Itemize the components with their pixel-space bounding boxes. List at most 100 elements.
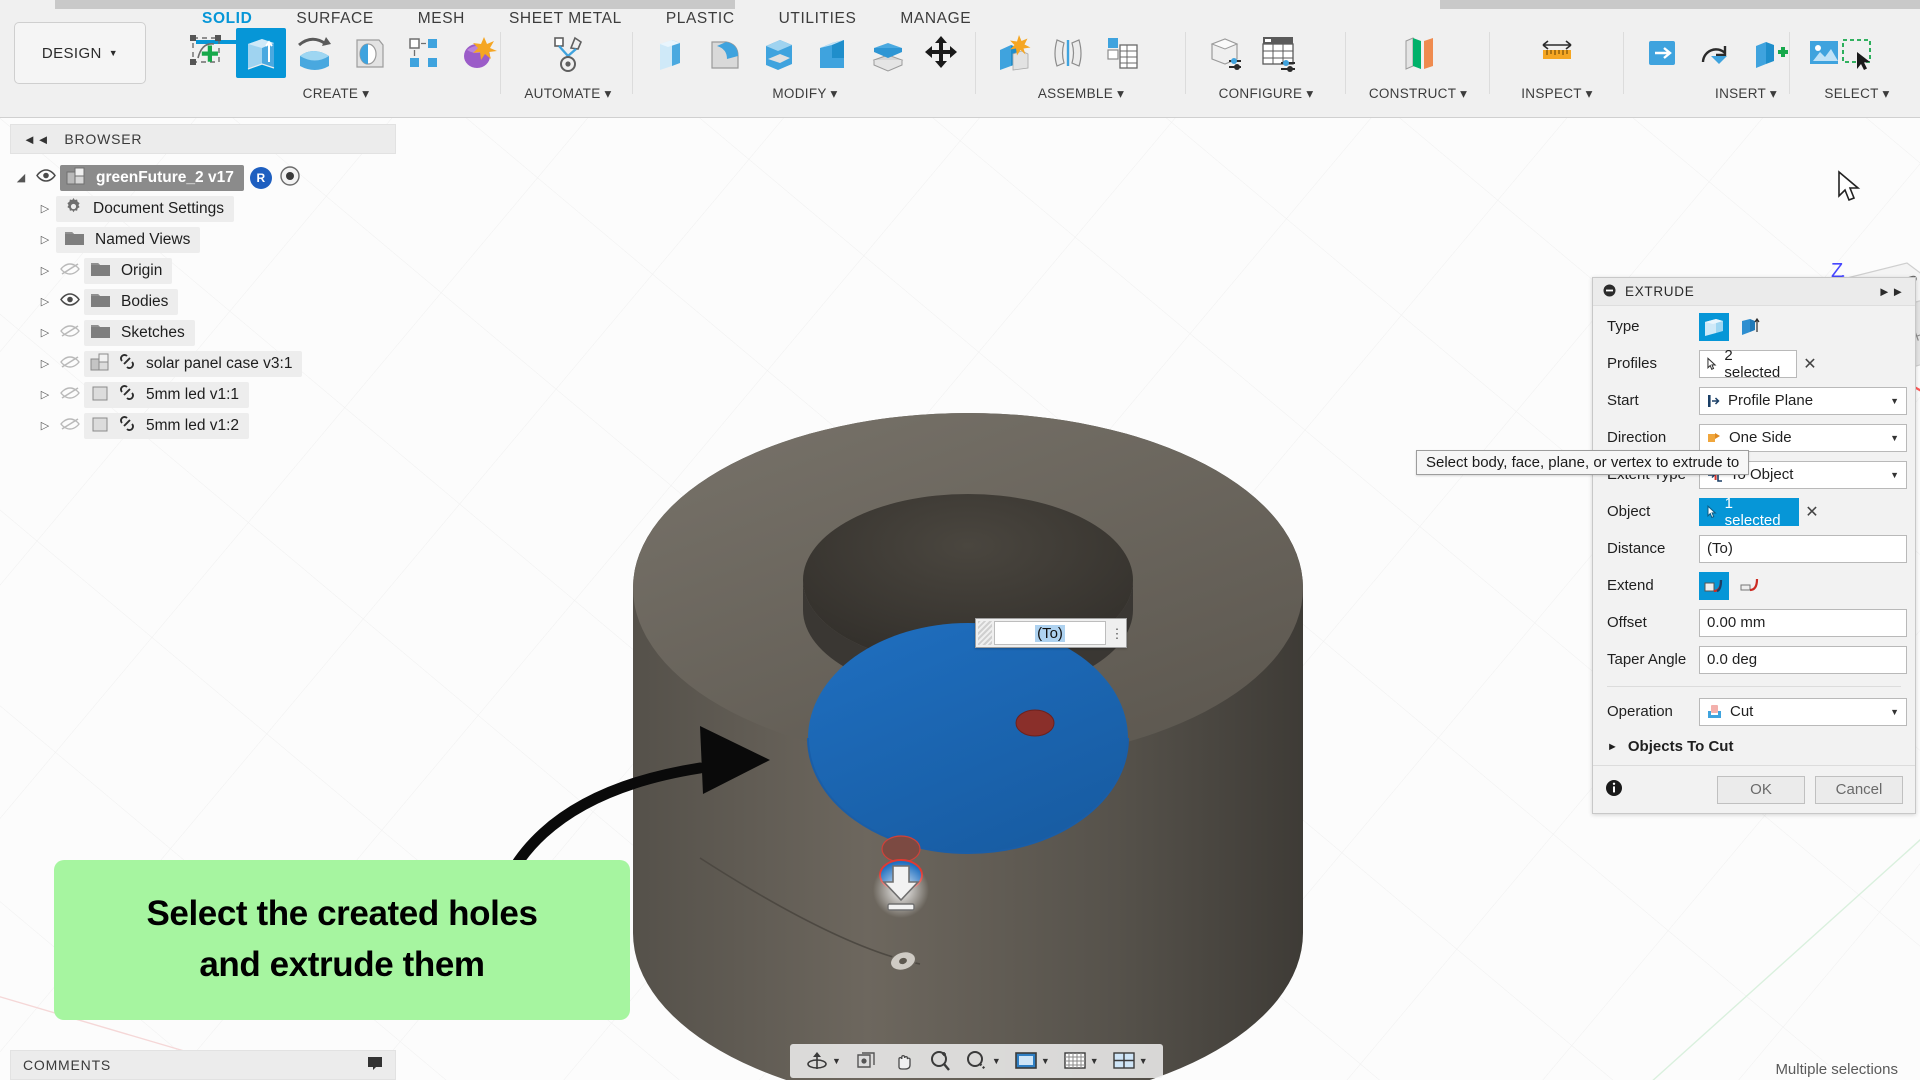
chevron-down-icon[interactable]: ▼ — [1041, 1056, 1050, 1066]
tree-item-origin[interactable]: ▷ Origin — [10, 255, 396, 286]
extrude-thin-icon[interactable] — [1735, 313, 1765, 341]
twisty-expanded-icon[interactable]: ◢ — [10, 171, 32, 184]
twisty-collapsed-icon[interactable]: ▷ — [34, 264, 56, 277]
construction-plane-icon[interactable] — [1393, 28, 1443, 78]
ok-button[interactable]: OK — [1717, 775, 1805, 804]
visibility-eye-off-icon[interactable] — [56, 417, 84, 435]
visibility-eye-off-icon[interactable] — [56, 386, 84, 404]
workspace-switcher-button[interactable]: DESIGN ▼ — [14, 22, 146, 84]
zoom-icon[interactable] — [923, 1049, 957, 1073]
extend-adjacent-icon[interactable] — [1699, 571, 1729, 600]
twisty-collapsed-icon[interactable]: ▷ — [34, 419, 56, 432]
extrude-direction-dropdown[interactable]: One Side ▼ — [1699, 423, 1907, 452]
chevron-down-icon[interactable]: ▼ — [1090, 1056, 1099, 1066]
tree-item-root[interactable]: ◢ greenFuture_2 v17 R — [10, 162, 396, 193]
press-pull-icon[interactable] — [646, 28, 696, 78]
tree-item-5mm-led-1[interactable]: ▷ 5mm led v1:1 — [10, 379, 396, 410]
tree-item-solar-panel-case[interactable]: ▷ solar panel case v3:1 — [10, 348, 396, 379]
extrude-profiles-clear-button[interactable]: ✕ — [1797, 354, 1823, 374]
fit-icon[interactable]: ▼ — [960, 1049, 1006, 1073]
collapse-left-icon[interactable]: ◄◄ — [23, 132, 50, 147]
extrude-distance-manipulator[interactable]: (To) ⋮ — [975, 618, 1127, 648]
select-window-icon[interactable] — [1832, 28, 1882, 78]
viewports-icon[interactable]: ▼ — [1107, 1050, 1153, 1072]
tree-item-5mm-led-2[interactable]: ▷ 5mm led v1:2 — [10, 410, 396, 441]
configuration-table-icon[interactable] — [1253, 28, 1303, 78]
twisty-collapsed-icon[interactable]: ▷ — [34, 357, 56, 370]
objects-to-cut-section[interactable]: ► Objects To Cut — [1593, 728, 1915, 755]
panel-automate-label[interactable]: AUTOMATE ▾ — [508, 86, 628, 102]
info-icon[interactable] — [1605, 779, 1623, 801]
extrude-icon[interactable] — [236, 28, 286, 78]
sweep-icon[interactable] — [344, 28, 394, 78]
minus-circle-icon[interactable] — [1603, 284, 1616, 300]
extrude-profiles-select[interactable]: 2 selected — [1699, 347, 1797, 381]
comment-icon[interactable] — [367, 1056, 383, 1074]
twisty-collapsed-icon[interactable]: ▷ — [34, 233, 56, 246]
panel-assemble-label[interactable]: ASSEMBLE ▾ — [983, 86, 1179, 102]
twisty-collapsed-icon[interactable]: ▷ — [34, 388, 56, 401]
tree-item-document-settings[interactable]: ▷ Document Settings — [10, 193, 396, 224]
new-sketch-icon[interactable] — [182, 28, 232, 78]
extrude-start-dropdown[interactable]: Profile Plane ▼ — [1699, 386, 1907, 415]
tree-item-named-views[interactable]: ▷ Named Views — [10, 224, 396, 255]
pattern-icon[interactable] — [398, 28, 448, 78]
display-settings-icon[interactable]: ▼ — [1009, 1050, 1055, 1072]
panel-modify-label[interactable]: MODIFY ▾ — [640, 86, 970, 102]
joint-icon[interactable] — [1043, 28, 1093, 78]
pan-icon[interactable] — [886, 1049, 920, 1073]
cancel-button[interactable]: Cancel — [1815, 775, 1903, 804]
revision-badge[interactable]: R — [249, 166, 272, 189]
extrude-object-clear-button[interactable]: ✕ — [1799, 502, 1825, 522]
drag-grip-icon[interactable] — [978, 621, 992, 645]
double-chevron-right-icon[interactable]: ►► — [1878, 284, 1905, 299]
extrude-offset-input[interactable]: 0.00 mm — [1699, 608, 1907, 637]
look-at-icon[interactable] — [849, 1049, 883, 1073]
combine-icon[interactable] — [808, 28, 858, 78]
grid-settings-icon[interactable]: ▼ — [1058, 1050, 1104, 1072]
visibility-eye-icon[interactable] — [56, 293, 84, 310]
panel-configure-label[interactable]: CONFIGURE ▾ — [1193, 86, 1339, 102]
extrude-distance-input[interactable]: (To) — [1699, 534, 1907, 563]
extrude-operation-dropdown[interactable]: Cut ▼ — [1699, 697, 1907, 726]
panel-select-label[interactable]: SELECT ▾ — [1797, 86, 1917, 102]
tree-item-sketches[interactable]: ▷ Sketches — [10, 317, 396, 348]
visibility-eye-off-icon[interactable] — [56, 324, 84, 342]
comments-bar[interactable]: COMMENTS — [10, 1050, 396, 1080]
visibility-eye-off-icon[interactable] — [56, 262, 84, 280]
tree-item-bodies[interactable]: ▷ Bodies — [10, 286, 396, 317]
panel-create-label[interactable]: CREATE ▾ — [176, 86, 496, 102]
extend-none-icon[interactable] — [1735, 572, 1765, 600]
chevron-down-icon[interactable]: ▼ — [832, 1056, 841, 1066]
twisty-collapsed-icon[interactable]: ▷ — [34, 202, 56, 215]
extrude-solid-icon[interactable] — [1699, 312, 1729, 341]
manipulator-value-input[interactable]: (To) — [994, 621, 1106, 645]
visibility-eye-off-icon[interactable] — [56, 355, 84, 373]
form-icon[interactable] — [452, 28, 502, 78]
visibility-eye-icon[interactable] — [32, 169, 60, 186]
new-component-icon[interactable] — [989, 28, 1039, 78]
chevron-down-icon[interactable]: ▼ — [1139, 1056, 1148, 1066]
record-icon[interactable] — [280, 165, 300, 190]
extrude-object-select[interactable]: 1 selected — [1699, 495, 1799, 529]
shell-icon[interactable] — [754, 28, 804, 78]
move-copy-icon[interactable] — [916, 28, 966, 78]
configure-design-icon[interactable] — [1199, 28, 1249, 78]
panel-construct-label[interactable]: CONSTRUCT ▾ — [1353, 86, 1483, 102]
automated-modeling-icon[interactable] — [543, 28, 593, 78]
insert-component-icon[interactable] — [1745, 28, 1795, 78]
extrude-dialog-title-bar[interactable]: EXTRUDE ►► — [1593, 278, 1915, 306]
chevron-down-icon[interactable]: ▼ — [992, 1056, 1001, 1066]
twisty-collapsed-icon[interactable]: ▷ — [34, 295, 56, 308]
extrude-taper-angle-input[interactable]: 0.0 deg — [1699, 645, 1907, 674]
orbit-icon[interactable]: ▼ — [800, 1049, 846, 1073]
offset-face-icon[interactable] — [862, 28, 912, 78]
insert-mcmaster-icon[interactable] — [1691, 28, 1741, 78]
panel-inspect-label[interactable]: INSPECT ▾ — [1497, 86, 1617, 102]
revolve-icon[interactable] — [290, 28, 340, 78]
fillet-icon[interactable] — [700, 28, 750, 78]
kebab-menu-icon[interactable]: ⋮ — [1108, 627, 1126, 640]
measure-icon[interactable] — [1532, 28, 1582, 78]
bom-icon[interactable] — [1097, 28, 1147, 78]
twisty-collapsed-icon[interactable]: ▷ — [34, 326, 56, 339]
